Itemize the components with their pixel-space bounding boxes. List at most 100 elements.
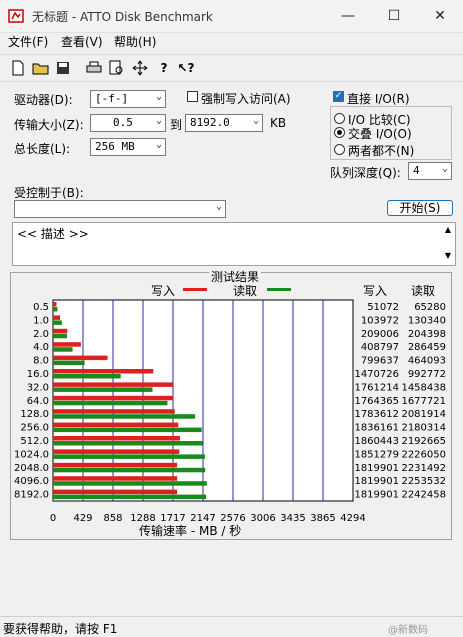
close-button[interactable]: ✕	[417, 0, 463, 32]
transfer-from-select[interactable]: 0.5 ⌄	[90, 114, 166, 132]
write-bar	[53, 422, 179, 428]
read-value: 992772	[408, 369, 446, 380]
read-bar	[53, 414, 196, 419]
read-value: 2253532	[401, 476, 446, 487]
y-tick-label: 8.0	[33, 356, 49, 367]
write-bar	[53, 476, 178, 481]
write-value: 1819901	[354, 490, 399, 501]
print-preview-icon[interactable]	[107, 58, 127, 78]
chevron-down-icon: ⌄	[441, 163, 448, 174]
direct-io-label: 直接 I/O(R)	[347, 92, 410, 106]
toolbar: ? ↖?	[0, 54, 463, 82]
context-help-icon[interactable]: ↖?	[176, 58, 196, 78]
write-bar	[53, 315, 61, 320]
write-value: 1783612	[354, 409, 399, 420]
neither-radio[interactable]	[334, 144, 345, 155]
read-value: 65280	[414, 302, 446, 313]
x-axis-label: 传输速率 - MB / 秒	[139, 524, 242, 538]
description-box[interactable]: << 描述 >> ▲ ▼	[12, 222, 456, 266]
y-tick-label: 1.0	[33, 315, 49, 326]
read-value: 2226050	[401, 449, 446, 460]
y-tick-label: 16.0	[27, 369, 49, 380]
read-value: 2231492	[401, 463, 446, 474]
status-bar: 要获得帮助，请按 F1 @新数码	[0, 616, 463, 637]
drive-select[interactable]: [-f-] ⌄	[90, 90, 166, 108]
chevron-down-icon: ⌄	[155, 91, 162, 102]
read-value: 2192665	[401, 436, 446, 447]
chevron-down-icon: ⌄	[252, 115, 259, 126]
direct-io-checkbox[interactable]: ✓	[333, 91, 344, 102]
write-value: 1819901	[354, 463, 399, 474]
total-length-value: 256 MB	[95, 140, 135, 153]
read-value: 2180314	[401, 423, 446, 434]
x-tick-label: 4294	[340, 513, 365, 524]
read-bar	[53, 387, 153, 392]
x-tick-label: 858	[103, 513, 122, 524]
y-tick-label: 64.0	[27, 396, 49, 407]
transfer-to-select[interactable]: 8192.0 ⌄	[185, 114, 263, 132]
write-bar	[53, 395, 174, 401]
x-tick-label: 3006	[250, 513, 275, 524]
queue-depth-select[interactable]: 4 ⌄	[408, 162, 452, 180]
io-compare-radio[interactable]	[334, 113, 345, 124]
controlled-by-select[interactable]: ⌄	[14, 200, 226, 218]
queue-depth-value: 4	[413, 164, 420, 177]
force-write-checkbox[interactable]	[187, 91, 198, 102]
read-value: 130340	[408, 315, 446, 326]
read-value: 2242458	[401, 490, 446, 501]
total-length-select[interactable]: 256 MB ⌄	[90, 138, 166, 156]
menu-view[interactable]: 查看(V)	[61, 33, 103, 50]
y-tick-label: 256.0	[20, 423, 49, 434]
neither-label: 两者都不(N)	[348, 144, 415, 158]
write-value: 209006	[361, 329, 399, 340]
write-bar	[53, 449, 180, 454]
write-bar	[53, 382, 174, 387]
total-length-label: 总长度(L):	[14, 142, 71, 156]
overlap-io-radio[interactable]	[334, 127, 345, 138]
open-folder-icon[interactable]	[31, 58, 51, 78]
benchmark-chart: 0 429 858 1288 1717 2147 2576 3006 3435 3865 42940…	[14, 299, 446, 524]
controlled-by-label: 受控制于(B):	[14, 186, 84, 200]
write-bar	[53, 302, 57, 307]
y-tick-label: 512.0	[20, 436, 49, 447]
help-icon[interactable]: ?	[154, 58, 174, 78]
drive-value: [-f-]	[95, 92, 129, 105]
force-write-label: 强制写入访问(A)	[201, 92, 291, 106]
x-tick-label: 0	[50, 513, 56, 524]
y-tick-label: 128.0	[20, 409, 49, 420]
write-value: 1860443	[354, 436, 399, 447]
overlap-io-label: 交叠 I/O(O)	[348, 127, 412, 141]
print-icon[interactable]	[84, 58, 104, 78]
menu-file[interactable]: 文件(F)	[8, 33, 48, 50]
read-bar	[53, 494, 207, 500]
write-bar	[53, 436, 180, 441]
write-bar	[53, 489, 178, 495]
read-value: 1458438	[401, 382, 446, 393]
minimize-button[interactable]: —	[325, 0, 371, 32]
save-icon[interactable]	[53, 58, 73, 78]
maximize-button[interactable]: ☐	[371, 0, 417, 32]
y-tick-label: 2.0	[33, 329, 49, 340]
title-bar[interactable]: 无标题 - ATTO Disk Benchmark — ☐ ✕	[0, 0, 463, 33]
read-value: 2081914	[401, 409, 446, 420]
chevron-down-icon: ⌄	[215, 201, 222, 212]
scroll-up-icon[interactable]: ▲	[445, 225, 451, 234]
read-bar	[53, 441, 203, 446]
y-tick-label: 8192.0	[14, 490, 49, 501]
chevron-down-icon: ⌄	[155, 115, 162, 126]
scroll-down-icon[interactable]: ▼	[445, 251, 451, 260]
read-bar	[53, 400, 168, 406]
write-value: 408797	[361, 342, 399, 353]
new-file-icon[interactable]	[8, 58, 28, 78]
write-value: 799637	[361, 356, 399, 367]
chevron-down-icon: ⌄	[155, 139, 162, 150]
write-value: 1819901	[354, 476, 399, 487]
description-text: << 描述 >>	[17, 227, 89, 241]
write-value: 1470726	[354, 369, 399, 380]
start-button[interactable]: 开始(S)	[387, 200, 453, 216]
y-tick-label: 2048.0	[14, 463, 49, 474]
kb-label: KB	[270, 116, 287, 130]
move-icon[interactable]	[130, 58, 150, 78]
menu-help[interactable]: 帮助(H)	[114, 33, 156, 50]
write-value: 1764365	[354, 396, 399, 407]
